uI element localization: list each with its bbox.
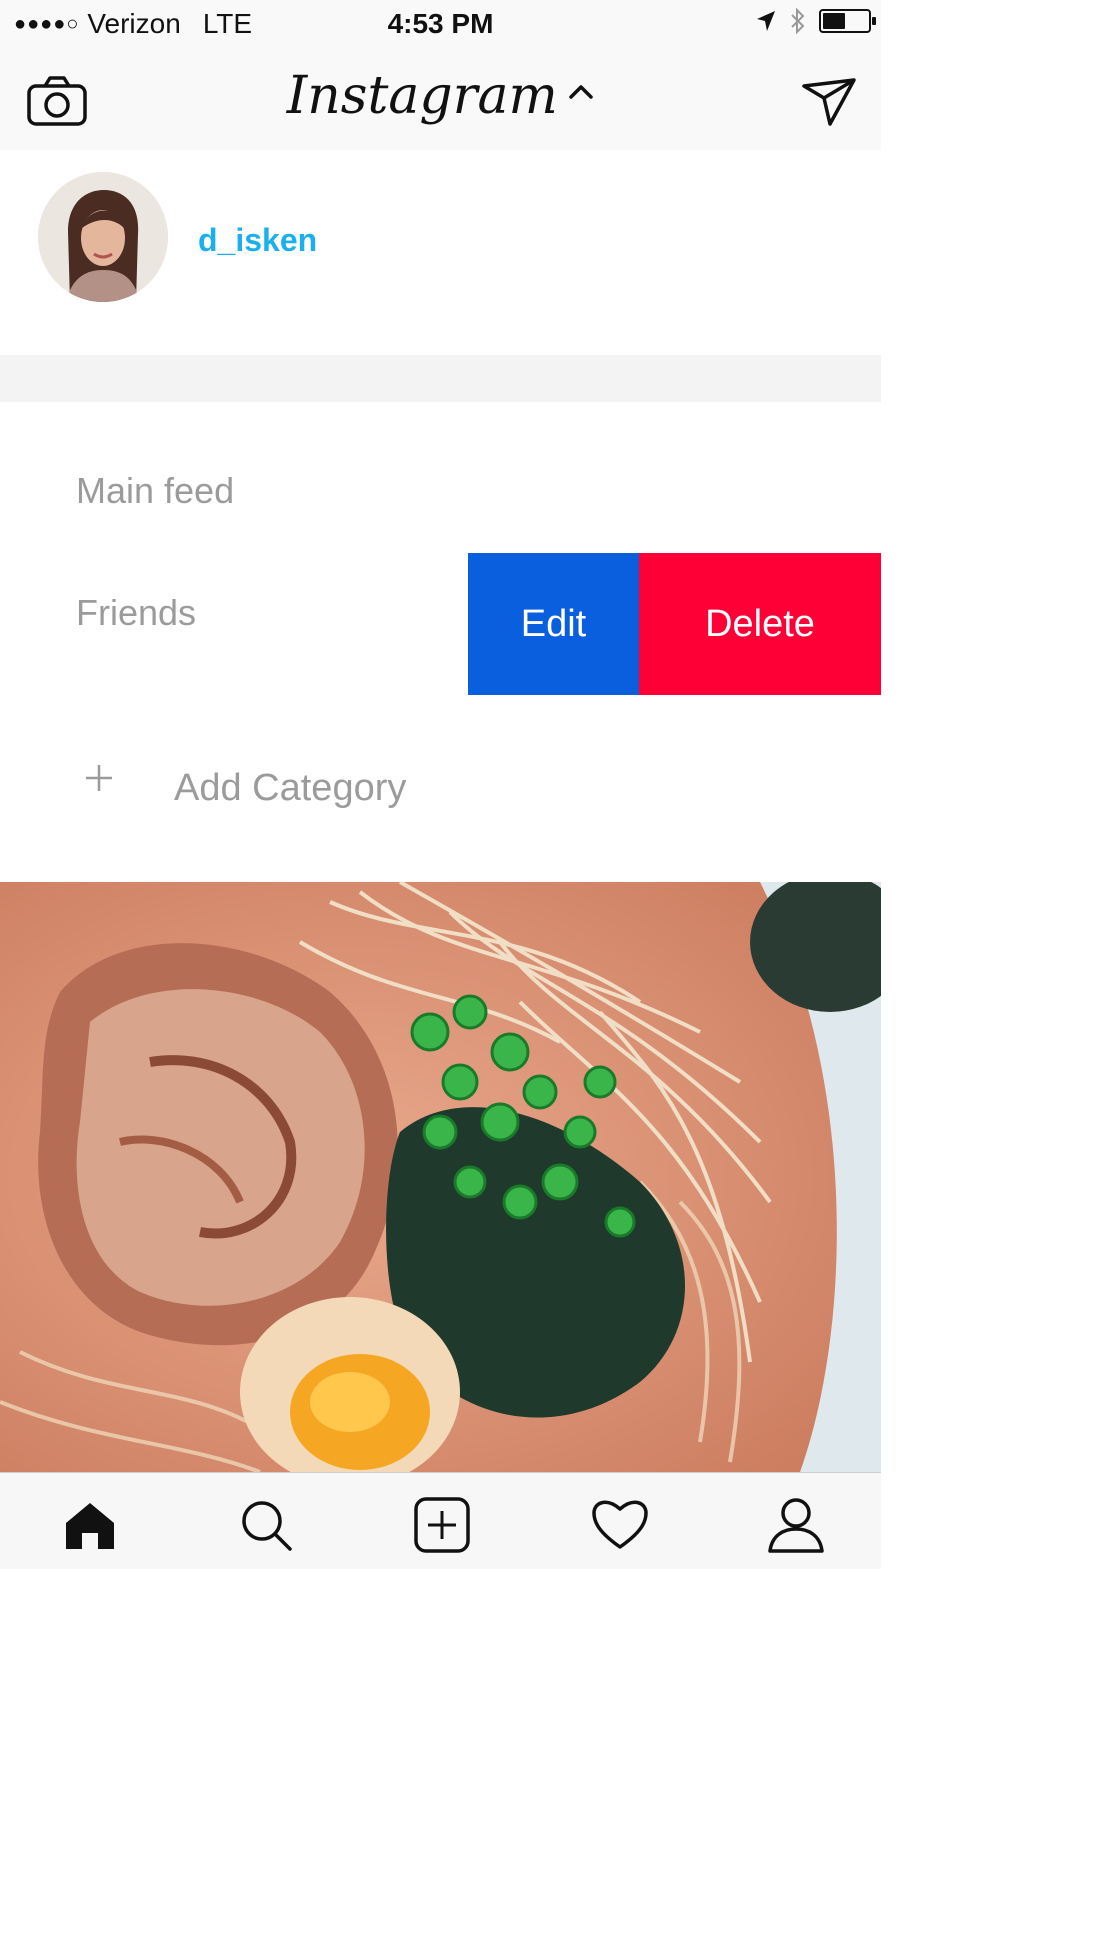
- location-arrow-icon: [757, 11, 775, 31]
- category-row-friends[interactable]: Friends Edit Delete: [0, 552, 881, 697]
- direct-message-icon[interactable]: [800, 76, 858, 128]
- nav-bar: Instagram: [0, 52, 881, 150]
- add-category-row[interactable]: Add Category: [0, 697, 881, 882]
- profile-row[interactable]: d_isken: [0, 150, 881, 355]
- section-divider: [0, 355, 881, 402]
- status-right: [755, 6, 876, 36]
- status-time: 4:53 PM: [387, 8, 494, 39]
- app-title[interactable]: Instagram: [287, 66, 558, 126]
- ramen-photo: [0, 882, 881, 1472]
- bluetooth-icon: [791, 7, 805, 35]
- profile-icon[interactable]: [766, 1495, 826, 1555]
- home-icon[interactable]: [60, 1495, 120, 1555]
- battery-tip: [872, 17, 876, 25]
- title-wrap[interactable]: Instagram: [0, 66, 881, 126]
- avatar-photo: [38, 172, 168, 302]
- battery-icon: [819, 9, 876, 33]
- feed-photo[interactable]: [0, 882, 881, 1472]
- app-screen: ●●●●○ Verizon LTE 4:53 PM Instagram d_is…: [0, 0, 881, 1944]
- delete-button[interactable]: Delete: [639, 553, 881, 695]
- avatar[interactable]: [38, 172, 168, 302]
- category-label: Main feed: [76, 470, 235, 511]
- chevron-up-icon[interactable]: [568, 83, 594, 99]
- status-bar: ●●●●○ Verizon LTE 4:53 PM: [0, 0, 881, 52]
- username[interactable]: d_isken: [198, 222, 317, 259]
- search-icon[interactable]: [236, 1495, 296, 1555]
- activity-heart-icon[interactable]: [590, 1495, 650, 1555]
- category-row-main-feed[interactable]: Main feed: [0, 402, 881, 552]
- add-category-label: Add Category: [174, 767, 407, 809]
- plus-icon: [86, 765, 112, 791]
- tab-bar: [0, 1472, 881, 1569]
- edit-button[interactable]: Edit: [468, 553, 639, 695]
- add-post-icon[interactable]: [412, 1495, 472, 1555]
- battery-fill: [823, 13, 845, 29]
- category-label: Friends: [76, 592, 197, 633]
